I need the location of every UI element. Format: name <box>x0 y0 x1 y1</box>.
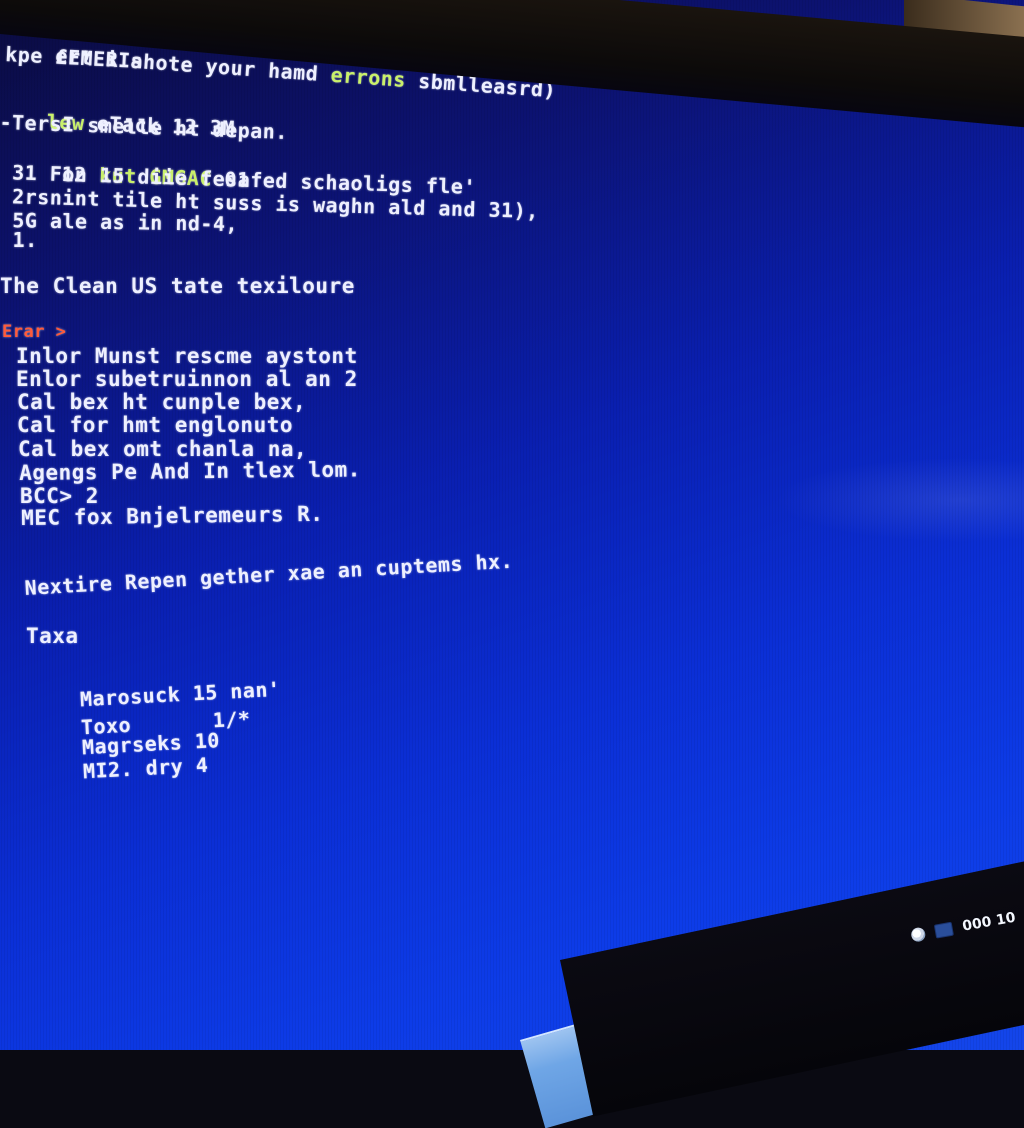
taxa-heading: Taxa <box>26 624 79 648</box>
block2-line-4: Cal for hmt englonuto <box>17 413 294 437</box>
block2-line-2: Enlor subetruinnon al an 2 <box>16 367 358 391</box>
block2-line-8: MEC fox Bnjelremeurs R. <box>21 501 324 530</box>
network-icon[interactable] <box>933 921 954 939</box>
block2-line-6: Agengs Pe And In tlex lom. <box>19 457 361 485</box>
section-title: The Clean US tate texiloure <box>0 274 355 298</box>
next-line: Nextire Repen gether xae an cuptems hx. <box>24 548 514 600</box>
taxa-name: MI2. dry <box>82 754 184 784</box>
block1-line-7: 1. <box>0 228 38 252</box>
taxa-row: MI2. dry 4 <box>31 729 210 810</box>
error-prompt: Erar > <box>2 322 67 342</box>
user-icon[interactable] <box>910 926 927 943</box>
block2-line-5: Cal bex omt chanla na, <box>18 437 308 461</box>
console-text-area: ... lrj> ert i ahote your hamd errons sb… <box>0 0 1020 1010</box>
taxa-value: 4 <box>195 752 209 778</box>
block2-line-3: Cal bex ht cunple bex, <box>17 390 307 414</box>
block2-line-1: Inlor Munst rescme aystont <box>16 344 358 368</box>
